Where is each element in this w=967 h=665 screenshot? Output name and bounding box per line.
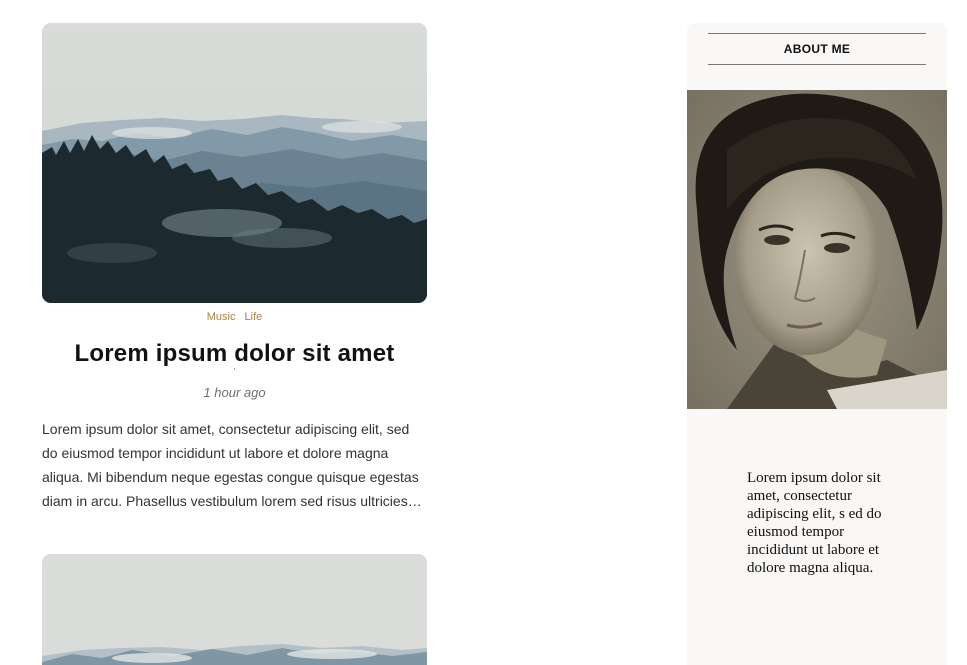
post-card: [42, 554, 427, 665]
title-mark: ': [233, 367, 236, 376]
portrait-photo-icon: [687, 90, 947, 409]
post-featured-image[interactable]: [42, 554, 427, 665]
tag-link-music[interactable]: Music: [207, 311, 236, 323]
post-featured-image[interactable]: [42, 23, 427, 303]
about-portrait-photo: [687, 90, 947, 409]
post-excerpt: Lorem ipsum dolor sit amet, consectetur …: [42, 421, 419, 509]
post-title[interactable]: Lorem ipsum dolor sit amet: [42, 339, 427, 369]
post-card: Music Life Lorem ipsum dolor sit amet ' …: [42, 23, 427, 513]
landscape-photo-icon: [42, 23, 427, 303]
about-text: Lorem ipsum dolor sit amet, consectetur …: [747, 470, 882, 576]
post-tags: Music Life: [42, 311, 427, 325]
post-timestamp: 1 hour ago: [203, 385, 266, 400]
sidebar: ABOUT ME Lorem ipsum dolor sit amet, con…: [687, 23, 947, 665]
landscape-photo-icon: [42, 554, 427, 665]
tag-link-life[interactable]: Life: [245, 311, 263, 323]
about-widget-title: ABOUT ME: [708, 33, 926, 65]
